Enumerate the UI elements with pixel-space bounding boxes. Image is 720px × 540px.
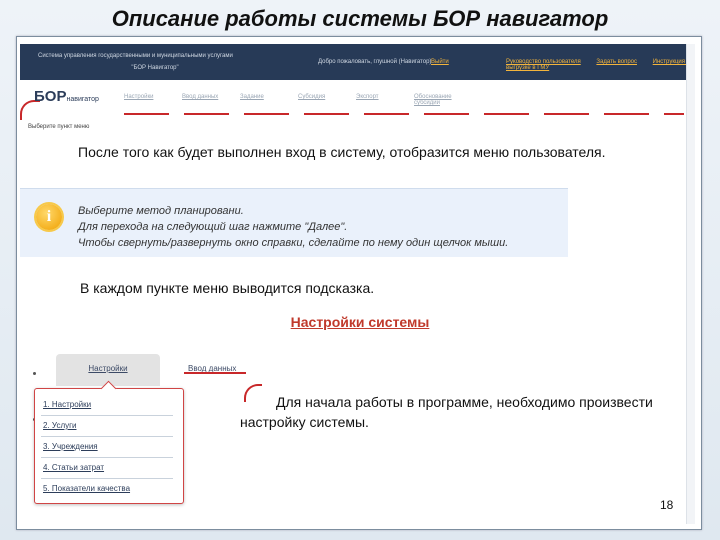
section-heading: Настройки системы bbox=[290, 314, 430, 330]
menu-hint: Выберите пункт меню bbox=[28, 124, 90, 130]
dropdown-divider bbox=[41, 478, 173, 479]
app-logo[interactable]: БОРнавигатор bbox=[34, 88, 99, 105]
dropdown-divider bbox=[41, 436, 173, 437]
description-setup-text: Для начала работы в программе, необходим… bbox=[240, 394, 653, 430]
description-hint: В каждом пункте меню выводится подсказка… bbox=[80, 280, 375, 296]
menu-item-data-entry[interactable]: Ввод данных bbox=[182, 94, 240, 106]
welcome-text: Добро пожаловать, глушной (Навигатор) bbox=[318, 59, 432, 65]
dropdown-item-quality-indicators[interactable]: 5. Показатели качества bbox=[43, 484, 130, 493]
logo-main: БОР bbox=[34, 88, 67, 105]
dropdown-divider bbox=[41, 415, 173, 416]
help-text: Выберите метод планировани. Для перехода… bbox=[78, 203, 508, 251]
logo-sub: навигатор bbox=[66, 96, 99, 103]
help-line-1: Выберите метод планировани. bbox=[78, 205, 244, 217]
logout-link[interactable]: Выйти bbox=[431, 59, 449, 65]
bullet-dot bbox=[33, 372, 36, 375]
description-login-text: После того как будет выполнен вход в сис… bbox=[78, 144, 606, 160]
info-icon: i bbox=[36, 204, 62, 230]
help-line-2: Для перехода на следующий шаг нажмите "Д… bbox=[78, 221, 348, 233]
slide-title: Описание работы системы БОР навигатор bbox=[111, 6, 609, 31]
scrollbar[interactable] bbox=[686, 44, 695, 524]
main-nav: БОРнавигатор Настройки Ввод данных Задан… bbox=[20, 80, 694, 124]
dropdown-divider bbox=[41, 457, 173, 458]
help-info-box[interactable]: i Выберите метод планировани. Для перехо… bbox=[20, 188, 568, 257]
description-login: После того как будет выполнен вход в сис… bbox=[44, 143, 664, 161]
ask-question-link[interactable]: Задать вопрос bbox=[596, 59, 637, 65]
help-line-3: Чтобы свернуть/развернуть окно справки, … bbox=[78, 237, 509, 249]
settings-tabs: Настройки Ввод данных bbox=[34, 354, 264, 390]
main-menu: Настройки Ввод данных Задание Субсидия Э… bbox=[124, 94, 472, 106]
description-setup: Для начала работы в программе, необходим… bbox=[240, 392, 680, 432]
system-name-brand: "БОР Навигатор" bbox=[131, 65, 179, 71]
dropdown-item-institutions[interactable]: 3. Учреждения bbox=[43, 442, 98, 451]
menu-item-export[interactable]: Экспорт bbox=[356, 94, 414, 106]
dropdown-item-cost-items[interactable]: 4. Статьи затрат bbox=[43, 463, 104, 472]
menu-item-settings[interactable]: Настройки bbox=[124, 94, 182, 106]
page-number: 18 bbox=[660, 498, 674, 512]
settings-dropdown: 1. Настройки 2. Услуги 3. Учреждения 4. … bbox=[34, 380, 184, 504]
menu-underline bbox=[124, 113, 684, 115]
menu-item-subsidy[interactable]: Субсидия bbox=[298, 94, 356, 106]
dropdown-item-settings[interactable]: 1. Настройки bbox=[43, 400, 91, 409]
system-name: Система управления государственными и му… bbox=[38, 53, 233, 59]
header-links: Руководство пользователя Задать вопрос И… bbox=[506, 59, 694, 71]
dropdown-item-services[interactable]: 2. Услуги bbox=[43, 421, 77, 430]
menu-item-task[interactable]: Задание bbox=[240, 94, 298, 106]
app-header: Система управления государственными и му… bbox=[20, 44, 694, 80]
menu-item-subsidy-justification[interactable]: Обоснование субсидий bbox=[414, 94, 472, 106]
tab-underline bbox=[184, 372, 246, 374]
